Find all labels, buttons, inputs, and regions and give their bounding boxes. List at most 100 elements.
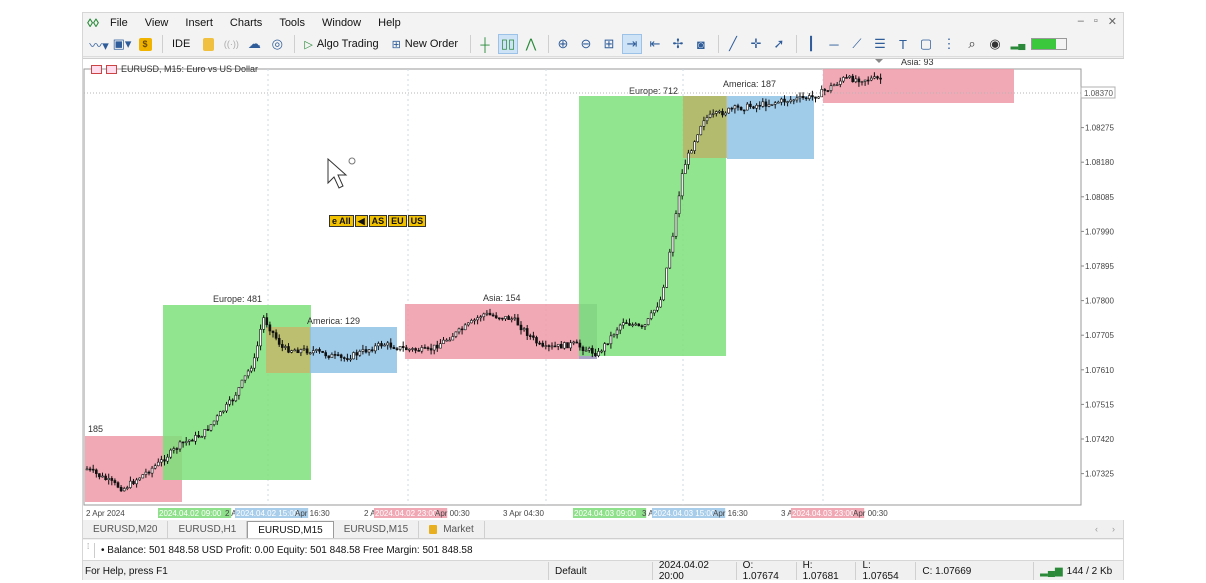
screenshot-icon[interactable]: ◙ (691, 34, 711, 54)
candle-body (246, 370, 250, 377)
candle-body (463, 324, 467, 331)
tab-market[interactable]: Market (419, 521, 485, 538)
grid-icon[interactable]: ⊞ (599, 34, 619, 54)
menu-file[interactable]: File (103, 17, 138, 29)
chart-window[interactable]: 185 Europe: 481 America: 129 Asia: 154 Europ… (83, 58, 1124, 520)
new-order-button[interactable]: ⊞ New Order (387, 34, 463, 54)
candle-body (659, 299, 662, 308)
trend-tool-icon[interactable]: ⟋ (847, 34, 867, 54)
status-profile[interactable]: Default (548, 562, 652, 580)
collapse-button[interactable]: ◀ (354, 215, 368, 227)
candle-body (299, 349, 303, 354)
zoom-out-icon[interactable]: ⊖ (576, 34, 596, 54)
candle-body (838, 80, 842, 85)
candle-body (600, 350, 603, 353)
mouse-pointer (327, 157, 348, 189)
tab-eurusd-h1[interactable]: EURUSD,H1 (168, 521, 248, 538)
candle-body (811, 95, 814, 98)
panel-grip-icon[interactable]: ⁞ (87, 542, 95, 558)
search-icon[interactable]: ⌕ (962, 34, 982, 54)
candle-body (835, 84, 839, 86)
menu-insert[interactable]: Insert (178, 17, 223, 29)
indicator-add-icon[interactable]: ✢ (668, 34, 688, 54)
account-icon[interactable]: ◉ (985, 34, 1005, 54)
cursor-icon[interactable]: ➚ (769, 34, 789, 54)
shapes-icon[interactable]: ▢ (916, 34, 936, 54)
crosshair-icon[interactable]: ✛ (746, 34, 766, 54)
candle-body (752, 106, 755, 109)
tab-eurusd-m15-active[interactable]: EURUSD,M15 (247, 521, 334, 538)
europe-toggle-button[interactable]: EU (388, 215, 407, 227)
bar-chart-icon[interactable]: ┼ (475, 34, 495, 54)
tab-scroll-right-icon[interactable]: › (1112, 524, 1115, 534)
signal-strength-icon: ▂▄ (1010, 38, 1026, 50)
new-order-icon: ⊞ (391, 38, 401, 51)
minimize-button[interactable]: – (1078, 15, 1084, 28)
line-chart-icon[interactable]: ⋀ (521, 34, 541, 54)
asia-toggle-button[interactable]: AS (368, 215, 388, 227)
menu-help[interactable]: Help (371, 17, 411, 29)
candle-body (606, 343, 610, 345)
price-tick-label: 1.08180 (1085, 158, 1114, 167)
menu-view[interactable]: View (138, 17, 179, 29)
vps-icon[interactable]: ☁ (244, 34, 264, 54)
terminal-window: ◊◊ File View Insert Charts Tools Window … (82, 12, 1124, 582)
candle-body (166, 456, 169, 462)
candle-body (277, 337, 281, 345)
candle-body (646, 318, 650, 326)
algo-trading-button[interactable]: ▷ Algo Trading (299, 34, 383, 54)
chart-shift-icon[interactable]: ⇤ (645, 34, 665, 54)
candle-body (702, 120, 706, 127)
indicators-icon[interactable]: ▣▾ (112, 34, 132, 54)
horizontal-line-icon[interactable]: ─ (824, 34, 844, 54)
chart-type-icon[interactable]: 〰▾ (89, 34, 109, 54)
candle-body (563, 342, 566, 349)
channel-icon[interactable]: ☰ (870, 34, 890, 54)
menu-window[interactable]: Window (315, 17, 371, 29)
menu-charts[interactable]: Charts (223, 17, 272, 29)
candlestick-icon[interactable]: ▯▯ (497, 34, 518, 54)
hide-all-button[interactable]: e All (329, 215, 354, 227)
candle-body (206, 429, 210, 431)
candle-body (742, 109, 746, 112)
candle-body (473, 319, 476, 322)
market-bag-icon[interactable] (198, 34, 218, 54)
session-range-panel[interactable]: e All ◀ AS EU US (329, 215, 427, 227)
candle-body (866, 79, 870, 82)
candle-body (817, 96, 820, 99)
candle-body (144, 471, 148, 475)
candle-body (460, 328, 464, 331)
vertical-line-icon[interactable]: ┃ (801, 34, 821, 54)
candle-body (253, 357, 256, 369)
us-toggle-button[interactable]: US (407, 215, 427, 227)
candle-body (739, 107, 743, 111)
market-dollar-icon[interactable]: $ (135, 34, 155, 54)
candle-body (358, 351, 362, 356)
session-label: Europe: 481 (213, 294, 262, 304)
tab-scroll-left-icon[interactable]: ‹ (1095, 524, 1098, 534)
globe-icon[interactable]: ◎ (267, 34, 287, 54)
candle-body (783, 98, 786, 103)
close-button[interactable]: ✕ (1108, 15, 1117, 28)
candle-body (758, 104, 762, 107)
candle-body (104, 475, 107, 480)
connection-battery-icon (1030, 34, 1067, 54)
candle-body (122, 488, 126, 492)
menu-tools[interactable]: Tools (272, 17, 315, 29)
candle-body (705, 117, 709, 122)
candle-body (637, 323, 641, 327)
text-tool-icon[interactable]: T (893, 34, 913, 54)
more-tools-icon[interactable]: ⋮ (939, 34, 959, 54)
tab-eurusd-m15[interactable]: EURUSD,M15 (334, 521, 420, 538)
restore-button[interactable]: ▫ (1094, 15, 1098, 28)
signal-icon[interactable]: ((·)) (221, 34, 241, 54)
auto-scroll-icon[interactable]: ⇥ (621, 34, 642, 54)
trendline-icon[interactable]: ╱ (723, 34, 743, 54)
tab-eurusd-m20[interactable]: EURUSD,M20 (83, 521, 169, 538)
price-chart[interactable]: 185 Europe: 481 America: 129 Asia: 154 Europ… (83, 59, 1124, 521)
zoom-in-icon[interactable]: ⊕ (553, 34, 573, 54)
ide-button[interactable]: IDE (167, 34, 195, 54)
candle-body (439, 343, 442, 349)
candle-body (879, 77, 882, 80)
candle-body (842, 77, 845, 82)
